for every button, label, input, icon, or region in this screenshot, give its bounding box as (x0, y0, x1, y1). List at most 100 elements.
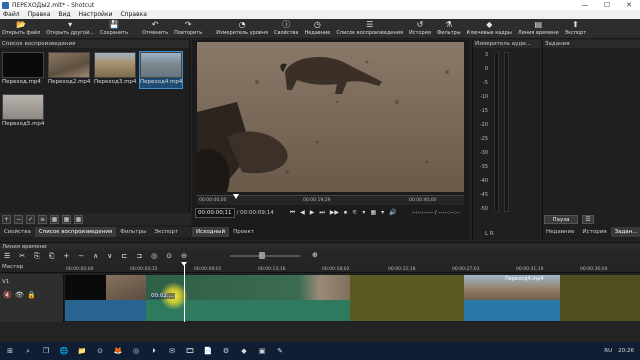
timeline-button[interactable]: ▤ Линия времени (518, 19, 559, 37)
redo-button[interactable]: ↷ Повторить (174, 19, 202, 37)
search-icon[interactable]: ⌕ (20, 343, 36, 359)
playlist-item[interactable]: Переход.mp4 (2, 52, 44, 88)
recent-button[interactable]: ◷ Недавние (304, 19, 330, 37)
menu-file[interactable]: Файл (3, 11, 20, 18)
settings-icon[interactable]: ⚙ (218, 343, 234, 359)
grid-icon[interactable]: ⚟ (352, 209, 357, 217)
player-playhead[interactable] (233, 194, 239, 199)
video-app-icon[interactable]: 🎞 (182, 343, 198, 359)
timeline-menu-icon[interactable]: ☰ (4, 252, 10, 260)
chrome-icon[interactable]: ⊙ (92, 343, 108, 359)
lift-icon[interactable]: ∧ (93, 252, 98, 260)
properties-button[interactable]: ⓘ Свойства (274, 19, 298, 37)
details-view-icon[interactable]: ▦ (50, 214, 59, 224)
language-indicator[interactable]: RU (604, 348, 612, 354)
rewind-icon[interactable]: ◀ (300, 209, 305, 217)
lock-icon[interactable]: 🔒 (27, 291, 36, 299)
menu-view[interactable]: Вид (58, 11, 70, 18)
close-button[interactable]: ✕ (618, 0, 640, 10)
maximize-button[interactable]: ☐ (596, 0, 618, 10)
append-icon[interactable]: + (63, 252, 69, 260)
tab-history[interactable]: История (579, 227, 611, 237)
cut-icon[interactable]: ✂ (19, 252, 25, 260)
history-button[interactable]: ↺ История (409, 19, 431, 37)
editor-icon[interactable]: ✎ (272, 343, 288, 359)
play-icon[interactable]: ▶ (310, 209, 315, 217)
firefox-icon[interactable]: 🦊 (110, 343, 126, 359)
timeline-zoom-slider[interactable] (230, 255, 300, 257)
clock[interactable]: 20:26 (618, 348, 634, 354)
menu-icon[interactable]: ≡ (38, 214, 47, 224)
timeline-clip[interactable] (65, 275, 106, 321)
pause-jobs-button[interactable]: Пауза (544, 215, 578, 224)
add-icon[interactable]: + (2, 214, 11, 224)
export-button[interactable]: ⬆ Экспорт (565, 19, 587, 37)
tab-jobs[interactable]: Задан... (610, 227, 640, 237)
remove-icon[interactable]: − (14, 214, 23, 224)
tab-filters[interactable]: Фильтры (116, 227, 150, 237)
start-icon[interactable]: ⊞ (2, 343, 18, 359)
player-scrubber[interactable]: 00:00:00;00 00:00:19;29 00:00:40;00 (197, 194, 464, 205)
filters-button[interactable]: ⚗ Фильтры (437, 19, 461, 37)
paste-icon[interactable]: ⎗ (49, 252, 55, 261)
ripple-icon[interactable]: ⊙ (166, 252, 172, 260)
playlist-item[interactable]: Переход3.mp4 (94, 52, 136, 88)
menu-help[interactable]: Справка (120, 11, 146, 18)
app-icon[interactable]: ◆ (236, 343, 252, 359)
playlist-item[interactable]: Переход2.mp4 (48, 52, 90, 88)
tab-playlist[interactable]: Список воспроизведения (34, 227, 117, 237)
menu-edit[interactable]: Правка (28, 11, 51, 18)
tiles-view-icon[interactable]: ▦ (62, 214, 71, 224)
folder-icon[interactable]: 📁 (74, 343, 90, 359)
toggle-zoom-icon[interactable]: ⏹ (344, 209, 347, 217)
tab-source[interactable]: Исходный (192, 227, 230, 237)
fast-forward-icon[interactable]: ▶▶ (330, 209, 339, 217)
playlist-item-selected[interactable]: Переход4.mp4 (139, 51, 183, 89)
media-player-icon[interactable]: ⏵ (146, 343, 162, 359)
skip-next-icon[interactable]: ⏭ (319, 209, 324, 217)
save-button[interactable]: 💾 Сохранить (100, 19, 128, 37)
minimize-button[interactable]: — (574, 0, 596, 10)
timeline-clip[interactable] (106, 275, 146, 321)
tab-recent[interactable]: Недавние (542, 227, 579, 237)
skip-previous-icon[interactable]: ⏮ (290, 209, 295, 217)
app-icon[interactable]: ◎ (128, 343, 144, 359)
menu-settings[interactable]: Настройки (79, 11, 113, 18)
current-timecode-field[interactable]: 00:00:00;11 (195, 208, 235, 218)
peak-meter-button[interactable]: ◔ Измеритель уровня (216, 19, 268, 37)
video-preview[interactable] (197, 42, 464, 192)
timeline-transition[interactable] (350, 275, 464, 321)
undo-button[interactable]: ↶ Отменить (142, 19, 168, 37)
playlist-button[interactable]: ☰ Список воспроизведения (336, 19, 403, 37)
preview-scale-icon[interactable]: ▦ (370, 209, 376, 217)
dropdown-icon[interactable]: ▾ (362, 209, 365, 217)
open-other-button[interactable]: ▾ Открыть другой... (46, 19, 94, 37)
tab-project[interactable]: Проект (229, 227, 258, 237)
jobs-menu-button[interactable]: ☰ (582, 215, 594, 224)
shotcut-taskbar-icon[interactable]: ▣ (254, 343, 270, 359)
open-file-button[interactable]: 📂 Открыть файл (2, 19, 40, 37)
playlist-item[interactable]: Переход5.mp4 (2, 94, 44, 130)
snap-icon[interactable]: ⊐ (136, 252, 142, 260)
dropdown-icon[interactable]: ▾ (381, 209, 384, 217)
volume-icon[interactable]: 🔊 (389, 209, 396, 217)
zoom-slider-handle[interactable] (258, 252, 265, 259)
hide-icon[interactable]: 👁 (15, 291, 24, 299)
copy-icon[interactable]: ⎘ (34, 252, 40, 261)
mail-icon[interactable]: ✉ (164, 343, 180, 359)
zoom-out-icon[interactable]: ⊖ (181, 252, 187, 260)
document-icon[interactable]: 📄 (200, 343, 216, 359)
scrub-icon[interactable]: ◎ (151, 252, 157, 260)
tab-export[interactable]: Экспорт (150, 227, 182, 237)
task-view-icon[interactable]: ❒ (38, 343, 54, 359)
keyframes-button[interactable]: ◆ Ключевые кадры (467, 19, 512, 37)
icons-view-icon[interactable]: ▦ (74, 214, 83, 224)
mute-icon[interactable]: 🔇 (3, 291, 12, 299)
overwrite-icon[interactable]: ∨ (107, 252, 112, 260)
tab-properties[interactable]: Свойства (0, 227, 35, 237)
update-icon[interactable]: ✓ (26, 214, 35, 224)
split-icon[interactable]: ⊏ (121, 252, 127, 260)
zoom-in-icon[interactable]: ⊕ (312, 251, 318, 259)
browser-icon[interactable]: 🌐 (56, 343, 72, 359)
remove-icon[interactable]: − (78, 252, 84, 260)
